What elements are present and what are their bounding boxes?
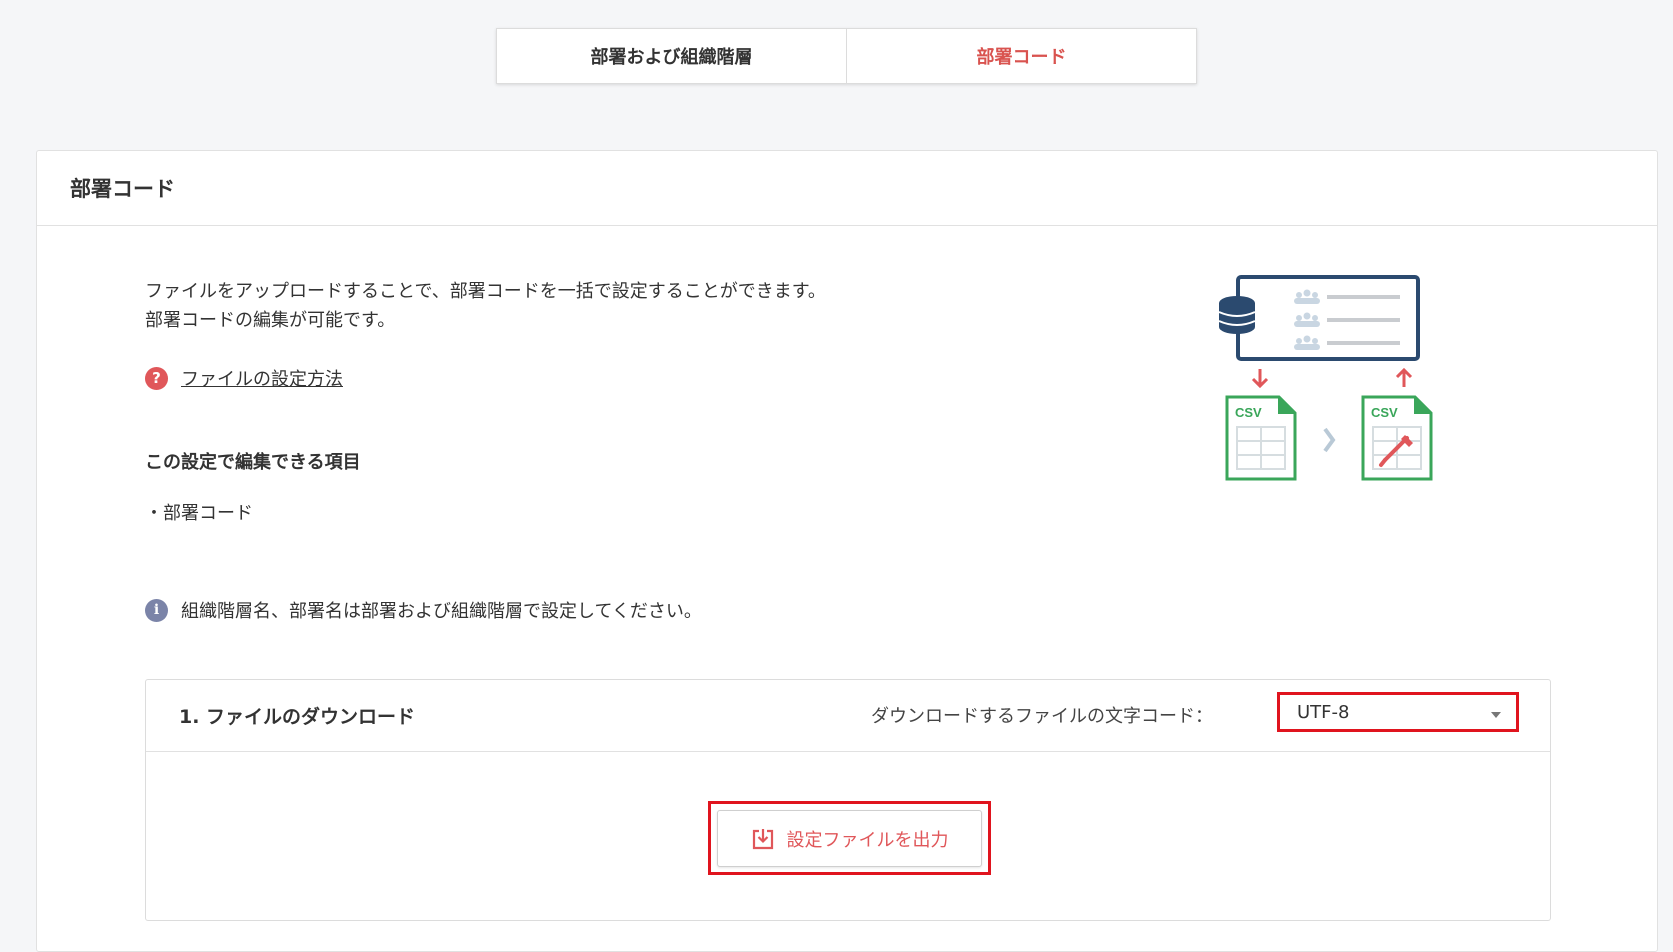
csv-sync-illustration: CSV CSV <box>1217 275 1447 489</box>
help-row: ? ファイルの設定方法 <box>145 365 343 391</box>
editable-item: ・部署コード <box>145 503 253 524</box>
caret-down-icon <box>1491 712 1501 718</box>
info-row: i 組織階層名、部署名は部署および組織階層で設定してください。 <box>145 597 702 623</box>
export-settings-file-button[interactable]: 設定ファイルを出力 <box>717 810 982 867</box>
encoding-value: UTF-8 <box>1297 701 1350 723</box>
department-code-card: 部署コード ファイルをアップロードすることで、部署コードを一括で設定することがで… <box>36 150 1658 952</box>
info-icon: i <box>145 598 168 622</box>
tab-department-code[interactable]: 部署コード <box>846 29 1196 83</box>
chevron-right-icon <box>1323 427 1336 453</box>
download-section-title: 1. ファイルのダウンロード <box>179 706 416 728</box>
info-text: 組織階層名、部署名は部署および組織階層で設定してください。 <box>181 601 702 622</box>
question-icon: ? <box>145 366 168 390</box>
description: ファイルをアップロードすることで、部署コードを一括で設定することができます。 部… <box>145 277 826 335</box>
card-title: 部署コード <box>37 151 1657 226</box>
download-tray-icon <box>752 828 773 849</box>
csv-edit-file-icon: CSV <box>1361 395 1433 481</box>
encoding-label: ダウンロードするファイルの文字コード： <box>871 706 1213 727</box>
editable-items-title: この設定で編集できる項目 <box>145 452 361 473</box>
export-button-highlight: 設定ファイルを出力 <box>708 801 991 875</box>
csv-label-left: CSV <box>1235 405 1262 420</box>
description-line-2: 部署コードの編集が可能です。 <box>145 310 396 331</box>
file-settings-help-link[interactable]: ファイルの設定方法 <box>181 365 343 391</box>
csv-file-icon: CSV <box>1225 395 1297 481</box>
download-section-header: 1. ファイルのダウンロード ダウンロードするファイルの文字コード： UTF-8 <box>146 680 1550 752</box>
csv-label-right: CSV <box>1371 405 1398 420</box>
upload-arrow-icon <box>1395 367 1413 387</box>
tab-departments-and-hierarchy[interactable]: 部署および組織階層 <box>497 29 846 83</box>
download-section: 1. ファイルのダウンロード ダウンロードするファイルの文字コード： UTF-8… <box>145 679 1551 921</box>
description-line-1: ファイルをアップロードすることで、部署コードを一括で設定することができます。 <box>145 281 826 302</box>
download-arrow-icon <box>1251 369 1269 389</box>
encoding-select[interactable]: UTF-8 <box>1277 692 1519 732</box>
export-button-label: 設定ファイルを出力 <box>786 829 949 851</box>
tab-bar: 部署および組織階層 部署コード <box>496 28 1197 84</box>
database-icon <box>1218 296 1256 334</box>
